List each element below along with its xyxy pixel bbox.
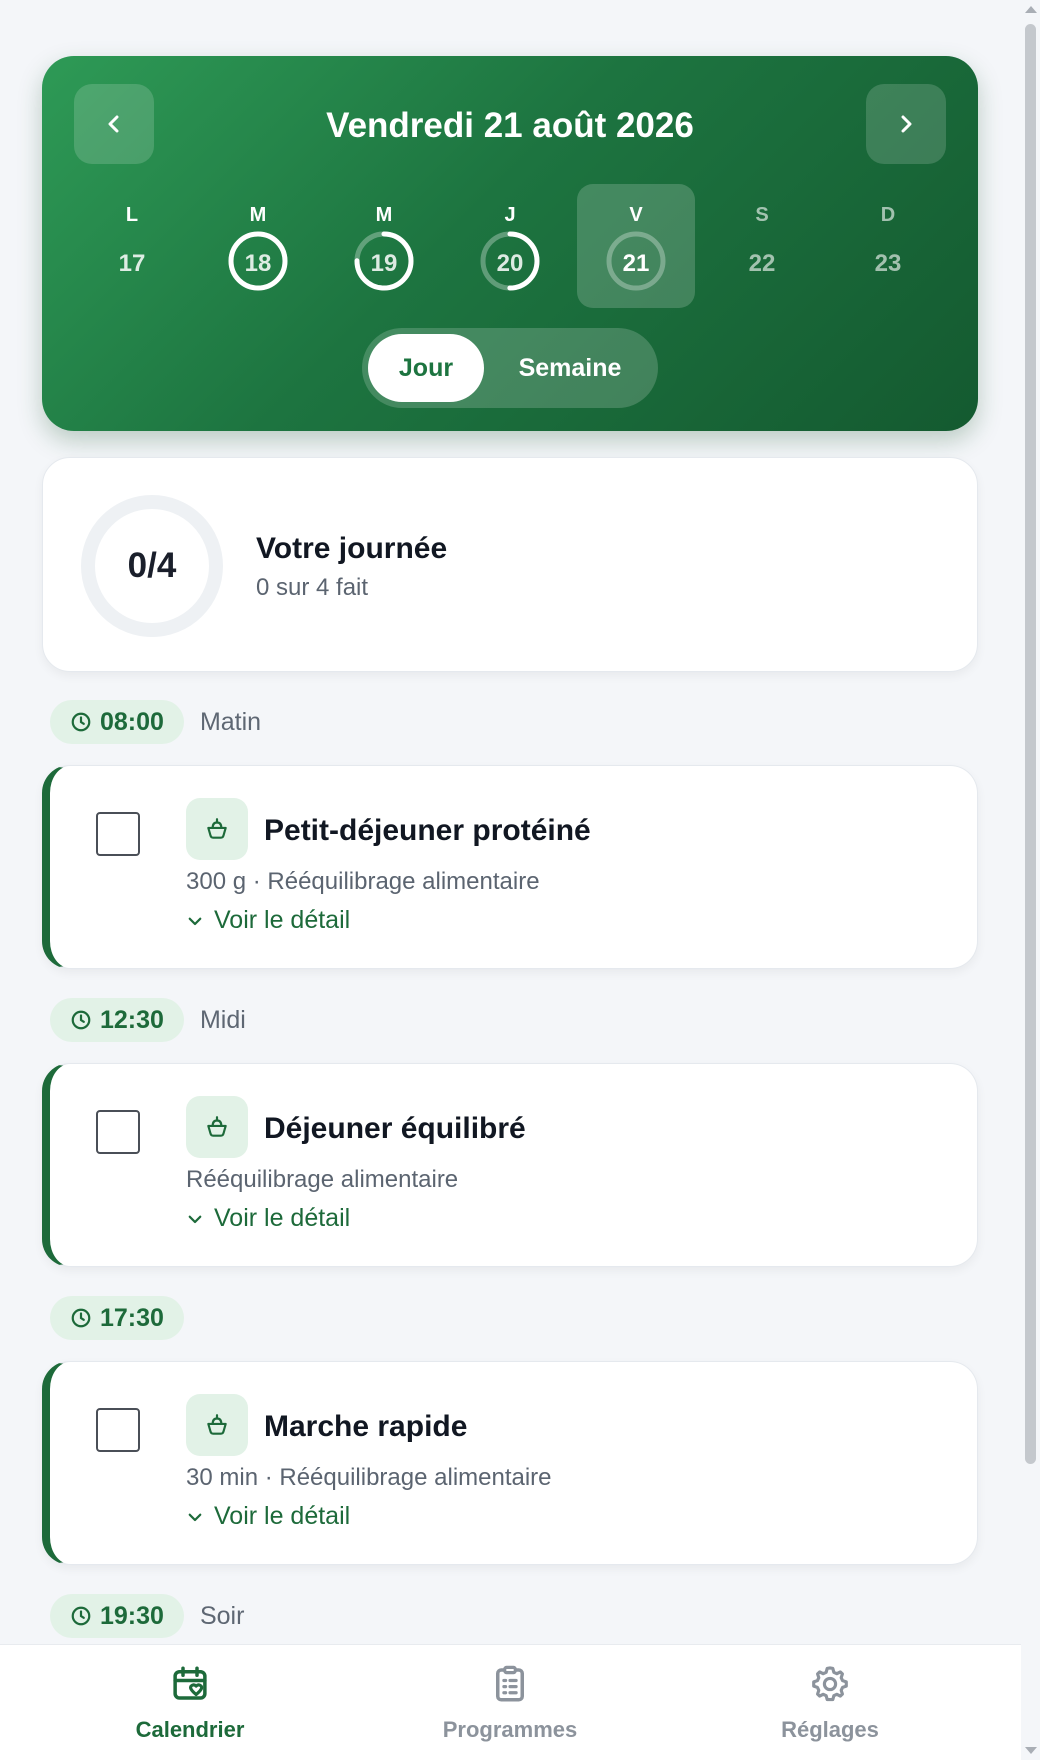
time-badge: 17:30 (50, 1296, 184, 1340)
tab-label: Calendrier (135, 1717, 245, 1742)
task-meta: Rééquilibrage alimentaire (186, 1166, 459, 1193)
time-value: 17:30 (100, 1303, 164, 1332)
task-meta: 30 min · Rééquilibrage alimentaire (186, 1464, 552, 1491)
salad-bowl-icon (207, 818, 227, 839)
clock-icon (71, 1010, 91, 1030)
day-tuesday-18[interactable]: M 18 (199, 184, 317, 308)
day-monday-17[interactable]: L 17 (73, 184, 191, 308)
day-wednesday-19[interactable]: M 19 (325, 184, 443, 308)
day-friday-21[interactable]: V 21 (577, 184, 695, 308)
task-type-icon-box (186, 798, 248, 860)
day-letter: S (755, 204, 769, 226)
day-letter: V (629, 204, 643, 226)
time-value: 12:30 (100, 1005, 164, 1034)
next-day-button[interactable] (866, 84, 946, 164)
time-badge: 08:00 (50, 700, 184, 744)
day-summary-card: 0/4 Votre journée 0 sur 4 fait (42, 457, 978, 672)
summary-title: Votre journée (256, 532, 448, 565)
progress-count: 0/4 (127, 546, 177, 585)
day-number: 17 (118, 250, 146, 277)
time-badge: 12:30 (50, 998, 184, 1042)
view-detail-label: Voir le détail (214, 906, 351, 934)
day-number: 20 (496, 250, 524, 277)
task-type-icon-box (186, 1096, 248, 1158)
view-detail-link[interactable]: Voir le détail (186, 906, 350, 935)
period-label: Midi (199, 1005, 246, 1034)
bottom-navigation: Calendrier Programmes Réglages (0, 1644, 1021, 1760)
time-value: 19:30 (100, 1601, 164, 1630)
day-letter: M (375, 204, 393, 226)
view-detail-label: Voir le détail (214, 1204, 351, 1232)
salad-bowl-icon (207, 1116, 227, 1137)
task-name: Marche rapide (264, 1410, 468, 1443)
page-scrollbar[interactable] (1021, 0, 1040, 1760)
task-card: Déjeuner équilibré Rééquilibrage aliment… (42, 1063, 978, 1267)
day-letter: M (249, 204, 267, 226)
gear-icon (812, 1666, 848, 1702)
view-toggle: Jour Semaine (362, 328, 658, 408)
week-view-tab[interactable]: Semaine (488, 334, 652, 402)
task-checkbox[interactable] (96, 812, 140, 856)
day-letter: J (504, 204, 516, 226)
task-card: Marche rapide 30 min · Rééquilibrage ali… (42, 1361, 978, 1565)
summary-subtitle: 0 sur 4 fait (256, 574, 369, 601)
day-sunday-23[interactable]: D 23 (829, 184, 947, 308)
chevron-down-icon (188, 1513, 202, 1521)
day-number: 21 (622, 250, 650, 277)
tab-programmes[interactable]: Programmes (340, 1645, 680, 1760)
scroll-up-arrow-icon[interactable] (1025, 6, 1037, 13)
scrollbar-thumb[interactable] (1025, 24, 1036, 1464)
task-name: Petit-déjeuner protéiné (264, 814, 591, 847)
view-detail-label: Voir le détail (214, 1502, 351, 1530)
task-checkbox[interactable] (96, 1110, 140, 1154)
day-view-tab[interactable]: Jour (368, 334, 484, 402)
chevron-down-icon (188, 1215, 202, 1223)
task-meta: 300 g · Rééquilibrage alimentaire (186, 868, 540, 895)
calendar-heart-icon (173, 1666, 207, 1700)
day-number: 22 (748, 250, 776, 277)
tab-label: Réglages (781, 1717, 879, 1742)
task-checkbox[interactable] (96, 1408, 140, 1452)
scroll-down-arrow-icon[interactable] (1025, 1747, 1037, 1754)
chevron-right-icon (901, 115, 912, 133)
clock-icon (71, 712, 91, 732)
previous-day-button[interactable] (74, 84, 154, 164)
time-slot-header: 08:00 Matin (50, 700, 261, 744)
tab-reglages[interactable]: Réglages (660, 1645, 1000, 1760)
salad-bowl-icon (207, 1414, 227, 1435)
task-card: Petit-déjeuner protéiné 300 g · Rééquili… (42, 765, 978, 969)
day-number: 18 (244, 250, 272, 277)
current-date-title: Vendredi 21 août 2026 (326, 106, 694, 145)
time-slot-header: 17:30 (50, 1296, 200, 1340)
time-slot-header: 12:30 Midi (50, 998, 246, 1042)
period-label: Soir (199, 1601, 245, 1630)
view-detail-link[interactable]: Voir le détail (186, 1502, 350, 1531)
day-letter: D (880, 204, 896, 226)
day-saturday-22[interactable]: S 22 (703, 184, 821, 308)
time-slot-header: 19:30 Soir (50, 1594, 244, 1638)
task-name: Déjeuner équilibré (264, 1112, 526, 1145)
week-strip: L 17 M 18 M 19 J 20 V 21 S 22 D 23 (58, 184, 962, 308)
chevron-left-icon (108, 115, 119, 133)
day-number: 23 (874, 250, 902, 277)
day-thursday-20[interactable]: J 20 (451, 184, 569, 308)
task-type-icon-box (186, 1394, 248, 1456)
day-number: 19 (370, 250, 398, 277)
tab-calendrier[interactable]: Calendrier (20, 1645, 360, 1760)
date-header: Vendredi 21 août 2026 L 17 M 18 M 19 J 2… (42, 56, 978, 431)
clock-icon (71, 1606, 91, 1626)
tab-label: Programmes (442, 1717, 578, 1742)
chevron-down-icon (188, 917, 202, 925)
time-value: 08:00 (100, 707, 164, 736)
time-badge: 19:30 (50, 1594, 184, 1638)
period-label: Matin (199, 707, 262, 736)
clipboard-list-icon (496, 1665, 524, 1702)
clock-icon (71, 1308, 91, 1328)
view-detail-link[interactable]: Voir le détail (186, 1204, 350, 1233)
day-letter: L (125, 204, 139, 226)
app: Vendredi 21 août 2026 L 17 M 18 M 19 J 2… (0, 0, 1021, 1760)
